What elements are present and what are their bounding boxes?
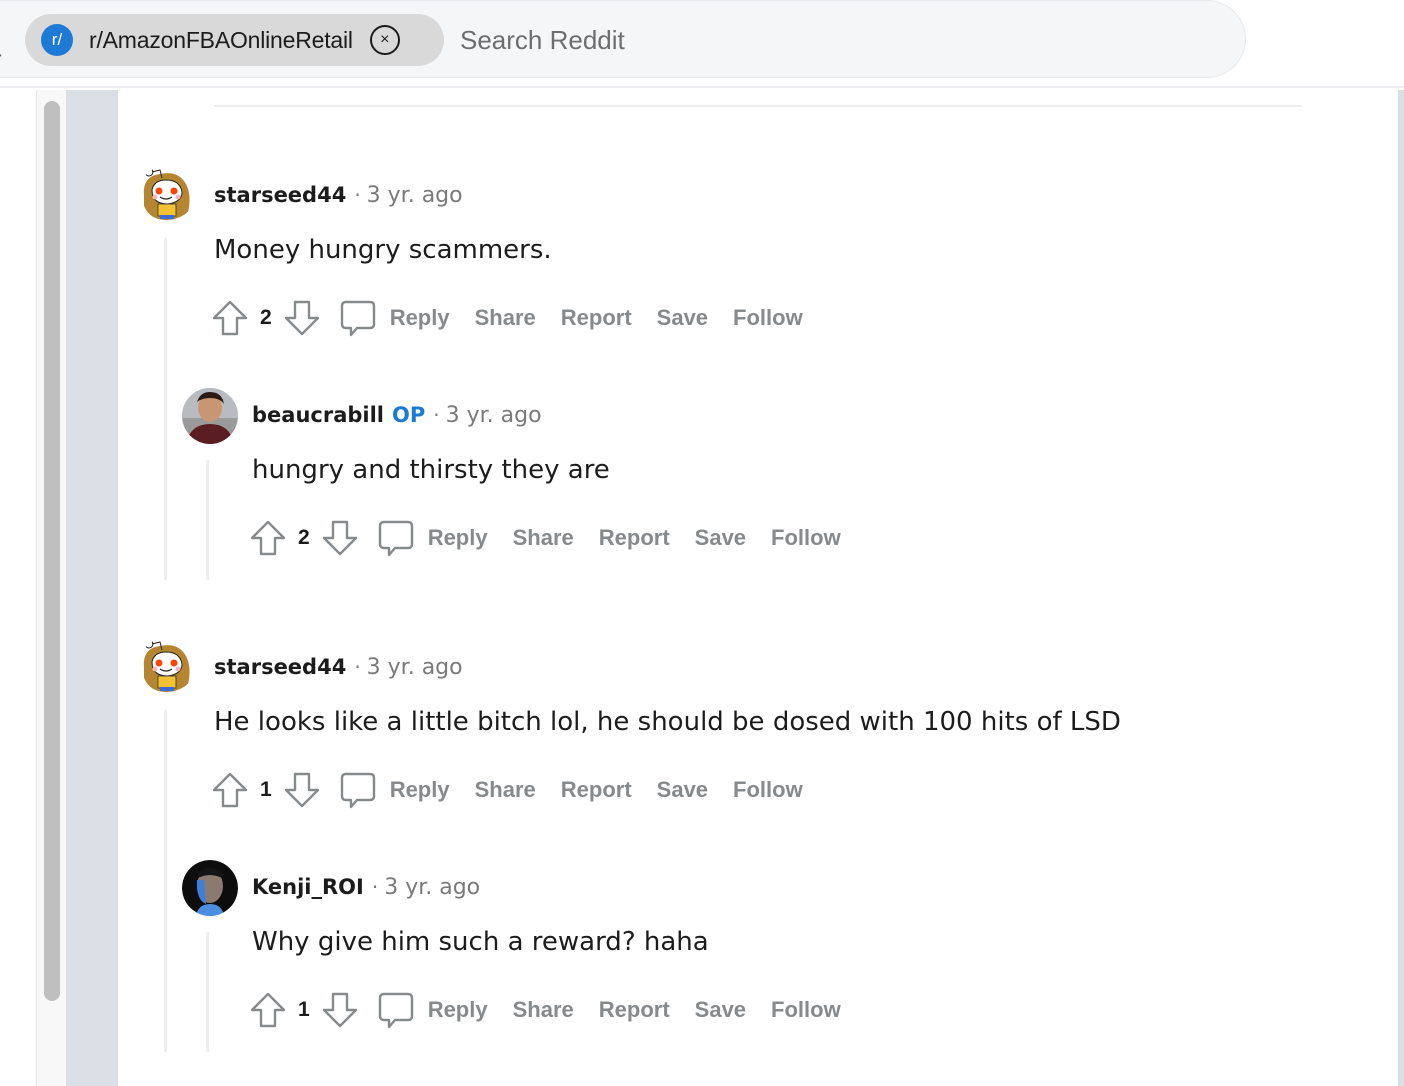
scrollbar-thumb[interactable] (44, 101, 60, 1001)
avatar[interactable] (182, 388, 238, 444)
avatar[interactable] (138, 166, 194, 222)
left-rail (66, 90, 118, 1086)
back-chevron-icon[interactable] (0, 43, 8, 57)
report-button[interactable]: Report (599, 525, 670, 551)
comment-meta: starseed44 · 3 yr. ago (214, 655, 463, 680)
comment-body: hungry and thirsty they are (252, 455, 610, 485)
separator: · (354, 655, 361, 679)
follow-button[interactable]: Follow (771, 525, 841, 551)
comment-actions: 2 Reply Share Report Save Follow (248, 518, 841, 558)
search-bar[interactable]: r/ r/AmazonFBAOnlineRetail × Search Redd… (0, 0, 1246, 78)
comment-body: Why give him such a reward? haha (252, 927, 709, 957)
comment-meta: beaucrabill OP · 3 yr. ago (252, 403, 542, 428)
avatar[interactable] (182, 860, 238, 916)
comment-actions: 1 Reply Share Report Save Follow (248, 990, 841, 1030)
username[interactable]: beaucrabill (252, 403, 384, 427)
report-button[interactable]: Report (561, 777, 632, 803)
downvote-icon[interactable] (282, 298, 322, 338)
comment-bubble-icon[interactable] (338, 298, 378, 338)
comment-meta: starseed44 · 3 yr. ago (214, 183, 463, 208)
comment-body: Money hungry scammers. (214, 235, 552, 265)
comment-actions: 2 Reply Share Report Save Follow (210, 298, 803, 338)
top-bar: r/ r/AmazonFBAOnlineRetail × Search Redd… (0, 0, 1404, 88)
comment-actions: 1 Reply Share Report Save Follow (210, 770, 803, 810)
comment-bubble-icon[interactable] (376, 518, 416, 558)
reply-button[interactable]: Reply (390, 777, 450, 803)
save-button[interactable]: Save (695, 997, 746, 1023)
vote-score: 2 (298, 526, 310, 549)
reply-button[interactable]: Reply (390, 305, 450, 331)
timestamp[interactable]: 3 yr. ago (446, 403, 542, 428)
timestamp[interactable]: 3 yr. ago (384, 875, 480, 900)
upvote-icon[interactable] (210, 298, 250, 338)
downvote-icon[interactable] (320, 990, 360, 1030)
share-button[interactable]: Share (513, 525, 574, 551)
downvote-icon[interactable] (320, 518, 360, 558)
clear-chip-icon[interactable]: × (369, 25, 400, 55)
comment-bubble-icon[interactable] (338, 770, 378, 810)
divider (214, 105, 1302, 107)
search-input[interactable]: Search Reddit (460, 25, 625, 56)
share-button[interactable]: Share (513, 997, 574, 1023)
right-rail (1398, 90, 1404, 1086)
thread-line[interactable] (164, 238, 167, 580)
separator: · (433, 403, 440, 427)
vote-score: 2 (260, 306, 272, 329)
comment-meta: Kenji_ROI · 3 yr. ago (252, 875, 480, 900)
follow-button[interactable]: Follow (771, 997, 841, 1023)
follow-button[interactable]: Follow (733, 777, 803, 803)
share-button[interactable]: Share (475, 777, 536, 803)
subreddit-chip-label: r/AmazonFBAOnlineRetail (89, 26, 353, 53)
op-badge: OP (392, 403, 426, 427)
subreddit-chip[interactable]: r/ r/AmazonFBAOnlineRetail × (25, 14, 444, 66)
vote-score: 1 (298, 998, 310, 1021)
report-button[interactable]: Report (599, 997, 670, 1023)
save-button[interactable]: Save (695, 525, 746, 551)
save-button[interactable]: Save (657, 305, 708, 331)
report-button[interactable]: Report (561, 305, 632, 331)
thread-line[interactable] (206, 932, 209, 1052)
comment-bubble-icon[interactable] (376, 990, 416, 1030)
separator: · (371, 875, 379, 899)
upvote-icon[interactable] (210, 770, 250, 810)
vote-score: 1 (260, 778, 272, 801)
reply-button[interactable]: Reply (428, 997, 488, 1023)
avatar[interactable] (138, 638, 194, 694)
separator: · (354, 183, 361, 207)
save-button[interactable]: Save (657, 777, 708, 803)
share-button[interactable]: Share (475, 305, 536, 331)
thread-line[interactable] (164, 710, 167, 1052)
upvote-icon[interactable] (248, 518, 288, 558)
timestamp[interactable]: 3 yr. ago (367, 655, 463, 680)
username[interactable]: starseed44 (214, 655, 346, 679)
timestamp[interactable]: 3 yr. ago (367, 183, 463, 208)
username[interactable]: Kenji_ROI (252, 875, 364, 899)
upvote-icon[interactable] (248, 990, 288, 1030)
subreddit-icon: r/ (41, 24, 73, 56)
reply-button[interactable]: Reply (428, 525, 488, 551)
thread-line[interactable] (206, 460, 209, 580)
username[interactable]: starseed44 (214, 183, 346, 207)
follow-button[interactable]: Follow (733, 305, 803, 331)
comment-body: He looks like a little bitch lol, he sho… (214, 707, 1121, 737)
downvote-icon[interactable] (282, 770, 322, 810)
